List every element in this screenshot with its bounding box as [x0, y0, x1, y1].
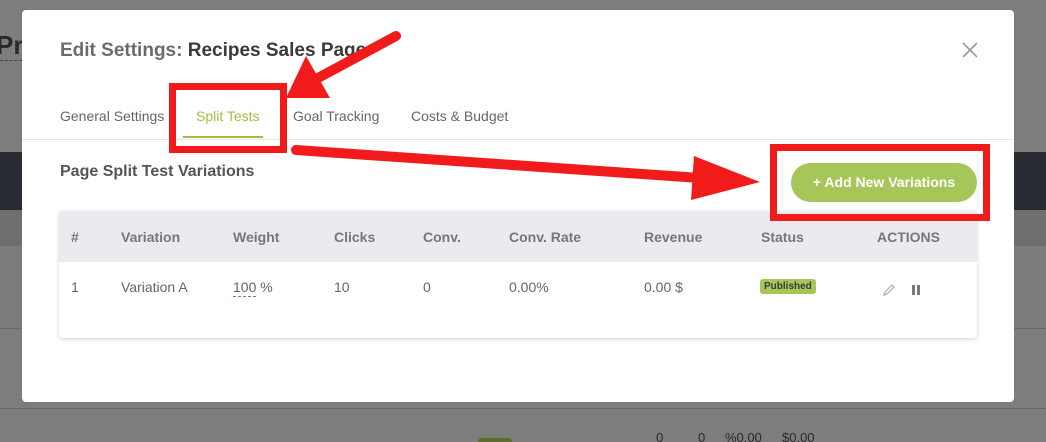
weight-unit: % [260, 279, 273, 295]
highlight-split-tests-tab [169, 83, 287, 153]
column-header: Status [761, 229, 804, 245]
background-cell: $0.00 [782, 430, 815, 442]
variations-table: # Variation Weight Clicks Conv. Conv. Ra… [59, 211, 977, 338]
modal-title: Edit Settings: Recipes Sales Page [60, 40, 366, 62]
background-table-row [0, 409, 1046, 442]
modal-title-prefix: Edit Settings: [60, 40, 183, 61]
conv-rate-value: 0.00% [509, 279, 549, 295]
column-header: Weight [233, 229, 280, 245]
variation-name: Variation A [121, 279, 188, 295]
column-header: Clicks [334, 229, 376, 245]
pencil-icon[interactable] [882, 283, 896, 297]
row-index: 1 [71, 279, 79, 295]
background-page-title: Pr [0, 30, 24, 60]
background-title-underline [0, 60, 22, 61]
background-cell: 0 [656, 430, 664, 442]
column-header: # [71, 229, 79, 245]
column-header: Revenue [644, 229, 703, 245]
conv-value: 0 [423, 279, 431, 295]
modal-title-page-name: Recipes Sales Page [187, 40, 367, 61]
weight-cell: 100 % [233, 279, 273, 297]
revenue-value: 0.00 $ [644, 279, 683, 295]
column-header: Variation [121, 229, 181, 245]
column-header: ACTIONS [877, 229, 940, 245]
column-header: Conv. Rate [509, 229, 582, 245]
clicks-value: 10 [334, 279, 350, 295]
background-cell: 0 [698, 430, 706, 442]
pause-icon[interactable] [909, 283, 923, 297]
tab-goal-tracking[interactable]: Goal Tracking [293, 108, 379, 124]
section-title: Page Split Test Variations [60, 163, 255, 180]
column-header: Conv. [423, 229, 461, 245]
background-cell: %0.00 [725, 430, 762, 442]
background-status-badge [478, 438, 512, 442]
status-badge: Published [760, 279, 816, 294]
tab-costs-budget[interactable]: Costs & Budget [411, 108, 508, 124]
highlight-add-variations-button [770, 144, 990, 221]
weight-value[interactable]: 100 [233, 279, 257, 297]
close-icon[interactable] [960, 40, 980, 60]
tab-general-settings[interactable]: General Settings [60, 108, 164, 124]
